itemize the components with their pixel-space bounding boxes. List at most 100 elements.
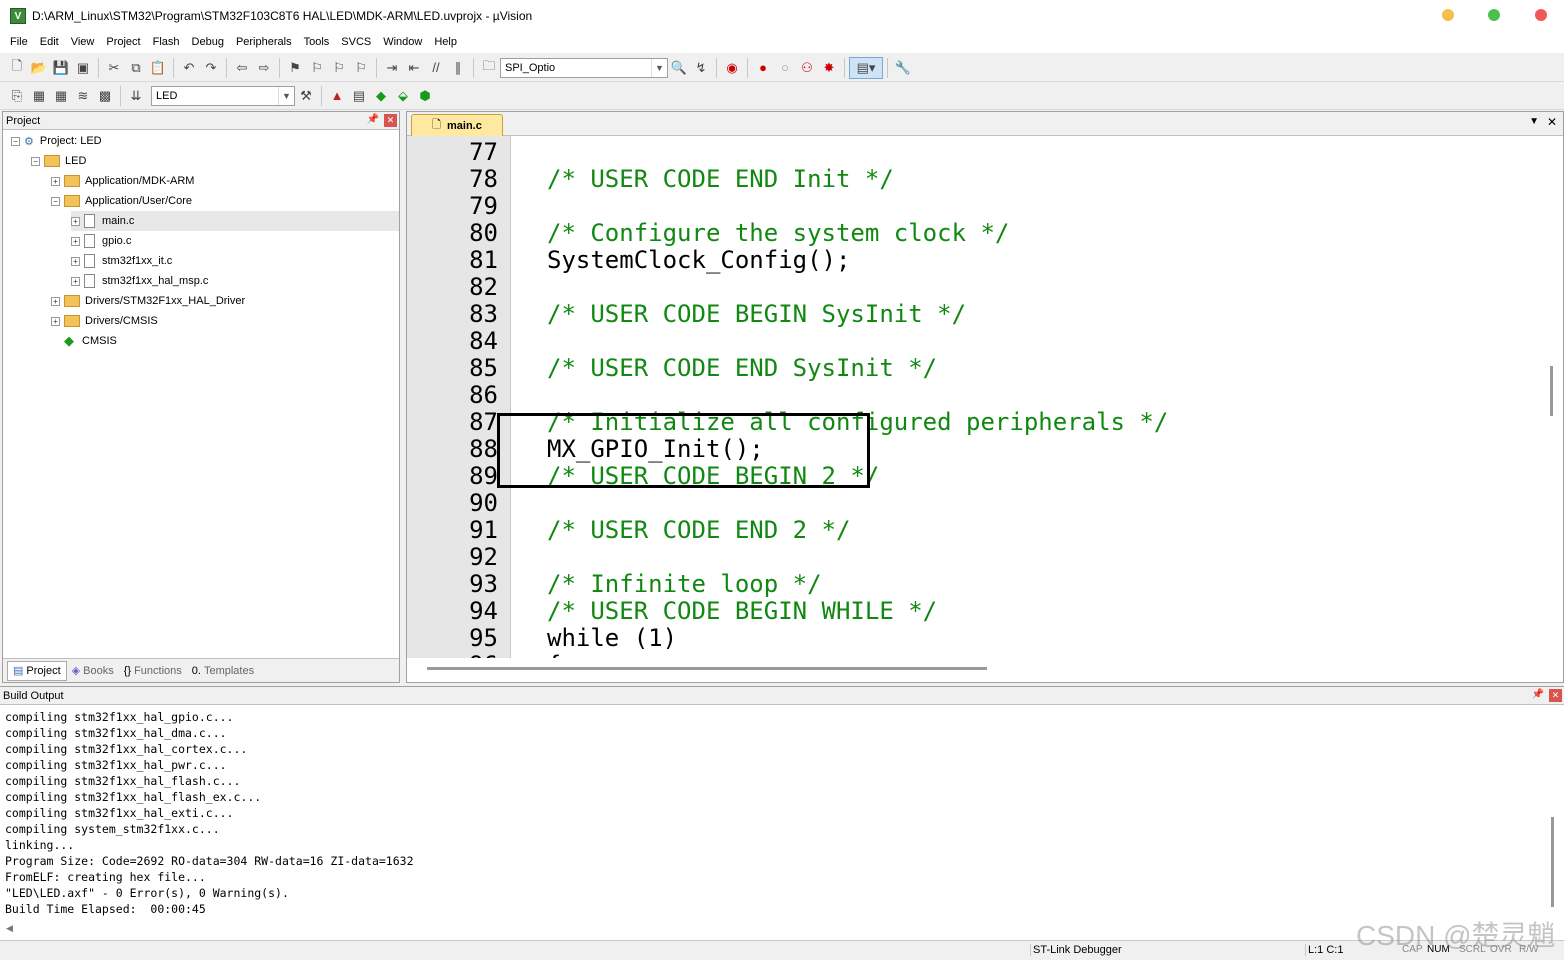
minimize-button[interactable] <box>1442 9 1454 21</box>
comment-icon[interactable]: // <box>425 57 447 79</box>
manage-components-icon[interactable]: ▤ <box>348 85 370 107</box>
menu-file[interactable]: File <box>4 32 34 53</box>
tree-item-file[interactable]: + stm32f1xx_hal_msp.c <box>71 271 208 291</box>
close-icon[interactable]: ✕ <box>384 114 397 127</box>
tree-item-component[interactable]: ◆ CMSIS <box>64 331 117 351</box>
incremental-find-icon[interactable]: ↯ <box>690 57 712 79</box>
open-file-icon[interactable]: 📂 <box>28 57 50 79</box>
clear-bookmarks-icon[interactable]: ⚐ <box>350 57 372 79</box>
batch-build-icon[interactable]: ≋ <box>72 85 94 107</box>
collapse-icon[interactable]: − <box>11 136 20 146</box>
vertical-scrollbar[interactable] <box>1550 366 1553 416</box>
tab-main-c[interactable]: 🗋 main.c <box>411 114 503 136</box>
menu-window[interactable]: Window <box>377 32 428 53</box>
translate-icon[interactable]: ⎘ <box>6 85 28 107</box>
save-icon[interactable]: 💾 <box>50 57 72 79</box>
expand-icon[interactable]: + <box>71 216 80 226</box>
download-icon[interactable]: ⇊ <box>125 85 147 107</box>
unindent-icon[interactable]: ⇤ <box>403 57 425 79</box>
uncomment-icon[interactable]: ∥ <box>447 57 469 79</box>
tab-books[interactable]: ◈ Books <box>67 661 119 681</box>
tab-functions[interactable]: {} Functions <box>119 661 187 681</box>
menu-flash[interactable]: Flash <box>147 32 186 53</box>
build-vertical-scrollbar[interactable] <box>1551 817 1554 907</box>
run-time-env-icon[interactable]: ⬙ <box>392 85 414 107</box>
menu-tools[interactable]: Tools <box>298 32 336 53</box>
line-number: 86 <box>469 381 498 409</box>
tree-item-file[interactable]: + stm32f1xx_it.c <box>71 251 172 271</box>
tree-item-group[interactable]: + Application/MDK-ARM <box>51 171 194 191</box>
collapse-icon[interactable]: − <box>51 196 60 206</box>
expand-icon[interactable]: + <box>71 276 80 286</box>
separator <box>279 57 280 78</box>
menu-project[interactable]: Project <box>100 32 146 53</box>
configure-icon[interactable]: 🔧 <box>892 57 914 79</box>
new-file-icon[interactable]: 🗋 <box>6 57 28 79</box>
tree-item-project[interactable]: − ⚙ Project: LED <box>11 131 102 151</box>
tree-item-file[interactable]: + gpio.c <box>71 231 131 251</box>
tree-item-target[interactable]: − LED <box>31 151 86 171</box>
cut-icon[interactable]: ✂ <box>103 57 125 79</box>
debug-session-icon[interactable]: ◉ <box>721 57 743 79</box>
tab-templates[interactable]: 0. Templates <box>187 661 259 681</box>
config-combo[interactable]: SPI_Optio ▼ <box>500 57 668 78</box>
menu-svcs[interactable]: SVCS <box>335 32 377 53</box>
redo-icon[interactable]: ↷ <box>200 57 222 79</box>
menu-peripherals[interactable]: Peripherals <box>230 32 298 53</box>
undo-icon[interactable]: ↶ <box>178 57 200 79</box>
indent-icon[interactable]: ⇥ <box>381 57 403 79</box>
target-combo[interactable]: LED ▼ <box>151 85 295 106</box>
expand-icon[interactable]: + <box>51 316 60 326</box>
save-all-icon[interactable]: ▣ <box>72 57 94 79</box>
tree-item-group[interactable]: + Drivers/CMSIS <box>51 311 158 331</box>
bookmark-icon[interactable]: ⚑ <box>284 57 306 79</box>
tree-item-group[interactable]: − Application/User/Core <box>51 191 192 211</box>
disable-all-breakpoints-icon[interactable]: ⚇ <box>796 57 818 79</box>
close-tab-icon[interactable]: ✕ <box>1547 115 1557 129</box>
nav-back-icon[interactable]: ⇦ <box>231 57 253 79</box>
window-layout-icon[interactable]: ▤▾ <box>849 56 883 79</box>
menu-edit[interactable]: Edit <box>34 32 65 53</box>
disable-breakpoint-icon[interactable]: ○ <box>774 57 796 79</box>
close-icon[interactable]: ✕ <box>1549 689 1562 702</box>
prev-bookmark-icon[interactable]: ⚐ <box>306 57 328 79</box>
expand-icon[interactable]: + <box>51 176 60 186</box>
horizontal-scrollbar[interactable] <box>427 667 987 670</box>
expand-icon[interactable]: + <box>71 236 80 246</box>
menu-view[interactable]: View <box>65 32 101 53</box>
scroll-left-icon[interactable]: ◀ <box>6 923 13 934</box>
close-button[interactable] <box>1535 9 1547 21</box>
kill-breakpoints-icon[interactable]: ✸ <box>818 57 840 79</box>
menu-help[interactable]: Help <box>428 32 463 53</box>
tab-list-icon[interactable]: ▼ <box>1529 116 1539 127</box>
find-in-files-icon[interactable]: 🗀 <box>478 57 500 79</box>
pin-icon[interactable]: 📌 <box>367 114 379 125</box>
nav-forward-icon[interactable]: ⇨ <box>253 57 275 79</box>
copy-icon[interactable]: ⧉ <box>125 57 147 79</box>
target-options-icon[interactable]: ⚒ <box>295 85 317 107</box>
panel-title: Build Output <box>3 689 64 702</box>
pin-icon[interactable]: 📌 <box>1532 689 1544 700</box>
find-icon[interactable]: 🔍 <box>668 57 690 79</box>
tree-item-file[interactable]: + main.c <box>71 211 399 231</box>
next-bookmark-icon[interactable]: ⚐ <box>328 57 350 79</box>
code-area[interactable]: 7778798081828384858687888990919293949596… <box>407 136 1563 658</box>
pack-installer-icon[interactable]: ⬢ <box>414 85 436 107</box>
stop-build-icon[interactable]: ▩ <box>94 85 116 107</box>
breakpoint-icon[interactable]: ● <box>752 57 774 79</box>
build-icon[interactable]: ▦ <box>28 85 50 107</box>
collapse-icon[interactable]: − <box>31 156 40 166</box>
paste-icon[interactable]: 📋 <box>147 57 169 79</box>
menu-debug[interactable]: Debug <box>186 32 230 53</box>
expand-icon[interactable]: + <box>71 256 80 266</box>
select-packs-icon[interactable]: ◆ <box>370 85 392 107</box>
tab-project[interactable]: ▤ Project <box>7 660 67 681</box>
tree-item-group[interactable]: + Drivers/STM32F1xx_HAL_Driver <box>51 291 245 311</box>
rebuild-icon[interactable]: ▦ <box>50 85 72 107</box>
maximize-button[interactable] <box>1488 9 1500 21</box>
expand-icon[interactable]: + <box>51 296 60 306</box>
chevron-down-icon: ▼ <box>651 58 667 77</box>
line-number: 87 <box>469 408 498 436</box>
file-extensions-icon[interactable]: ▲ <box>326 85 348 107</box>
separator <box>226 57 227 78</box>
